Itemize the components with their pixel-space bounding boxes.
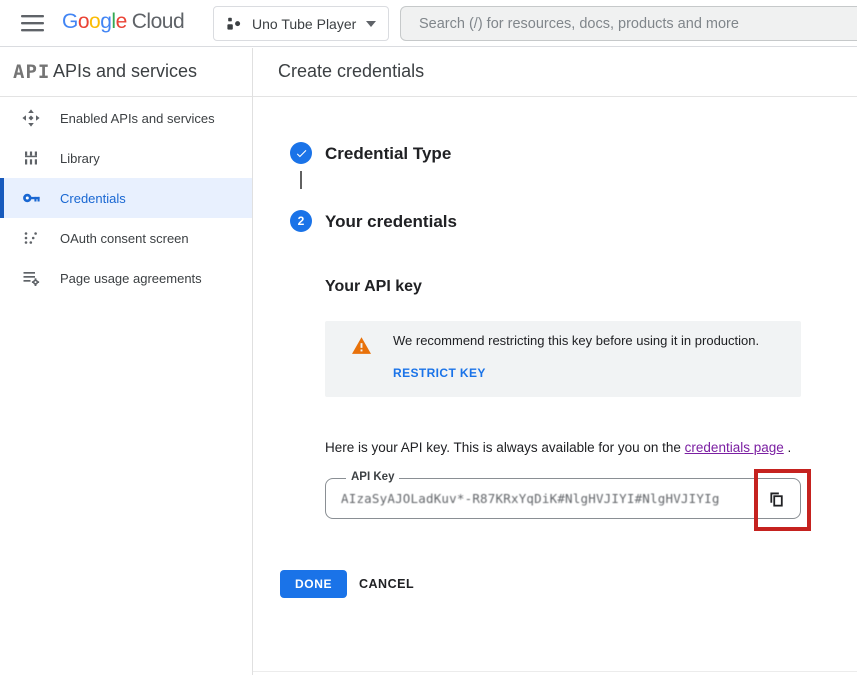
content-bottom-divider	[253, 671, 857, 672]
top-bar: GoogleCloud Uno Tube Player	[0, 0, 857, 47]
step-2-number-badge: 2	[290, 210, 312, 232]
restriction-warning-card: We recommend restricting this key before…	[325, 321, 801, 397]
search-input[interactable]	[400, 6, 857, 41]
credentials-page-link[interactable]: credentials page	[685, 440, 784, 455]
sidebar-item-label: OAuth consent screen	[60, 231, 189, 246]
sidebar-nav: Enabled APIs and services Library	[0, 98, 252, 298]
project-name: Uno Tube Player	[252, 16, 358, 32]
sidebar-item-credentials[interactable]: Credentials	[0, 178, 252, 218]
check-icon	[295, 147, 308, 160]
step-2-label: Your credentials	[325, 212, 457, 232]
step-1-complete-badge	[290, 142, 312, 164]
sidebar-divider	[252, 48, 253, 675]
key-icon	[22, 189, 40, 207]
sidebar-item-oauth-consent[interactable]: OAuth consent screen	[0, 218, 252, 258]
sidebar-item-library[interactable]: Library	[0, 138, 252, 178]
section-header: API APIs and services Create credentials	[0, 48, 857, 97]
enabled-apis-icon	[22, 109, 40, 127]
description-text-suffix: .	[784, 440, 792, 455]
restrict-key-button[interactable]: RESTRICT KEY	[393, 366, 486, 380]
stepper-connector	[300, 171, 302, 189]
cancel-button[interactable]: CANCEL	[359, 570, 414, 598]
page-title: Create credentials	[278, 61, 424, 82]
google-logo-letters: Google	[62, 10, 127, 33]
library-icon	[22, 149, 40, 167]
agreements-icon	[22, 269, 40, 287]
sidebar-item-enabled-apis[interactable]: Enabled APIs and services	[0, 98, 252, 138]
step-1-label: Credential Type	[325, 144, 451, 164]
red-highlight-annotation	[754, 469, 811, 531]
api-product-mark: API	[13, 61, 50, 83]
sidebar-item-label: Enabled APIs and services	[60, 111, 215, 126]
oauth-consent-icon	[22, 229, 40, 247]
warning-triangle-icon	[352, 337, 371, 359]
project-selector[interactable]: Uno Tube Player	[213, 6, 389, 41]
google-cloud-logo[interactable]: GoogleCloud	[62, 10, 184, 34]
description-text: Here is your API key. This is always ava…	[325, 440, 685, 455]
project-dots-icon	[226, 16, 242, 32]
chevron-down-icon	[366, 21, 376, 27]
api-key-value: AIzaSyAJOLadKuv*-R87KRxYqDiK#NlgHVJIYI#N…	[341, 479, 741, 518]
warning-message: We recommend restricting this key before…	[393, 333, 759, 348]
google-cloud-console: GoogleCloud Uno Tube Player API APIs and…	[0, 0, 857, 675]
your-api-key-heading: Your API key	[325, 278, 422, 296]
api-key-description: Here is your API key. This is always ava…	[325, 440, 815, 455]
sidebar-item-page-usage-agreements[interactable]: Page usage agreements	[0, 258, 252, 298]
sidebar-item-label: Credentials	[60, 191, 126, 206]
api-key-field[interactable]: API Key AIzaSyAJOLadKuv*-R87KRxYqDiK#Nlg…	[325, 478, 801, 519]
sidebar-item-label: Page usage agreements	[60, 271, 202, 286]
hamburger-menu-icon[interactable]	[21, 15, 44, 32]
cloud-wordmark: Cloud	[132, 10, 184, 33]
done-button[interactable]: DONE	[280, 570, 347, 598]
product-title: APIs and services	[53, 61, 197, 82]
sidebar-item-label: Library	[60, 151, 100, 166]
